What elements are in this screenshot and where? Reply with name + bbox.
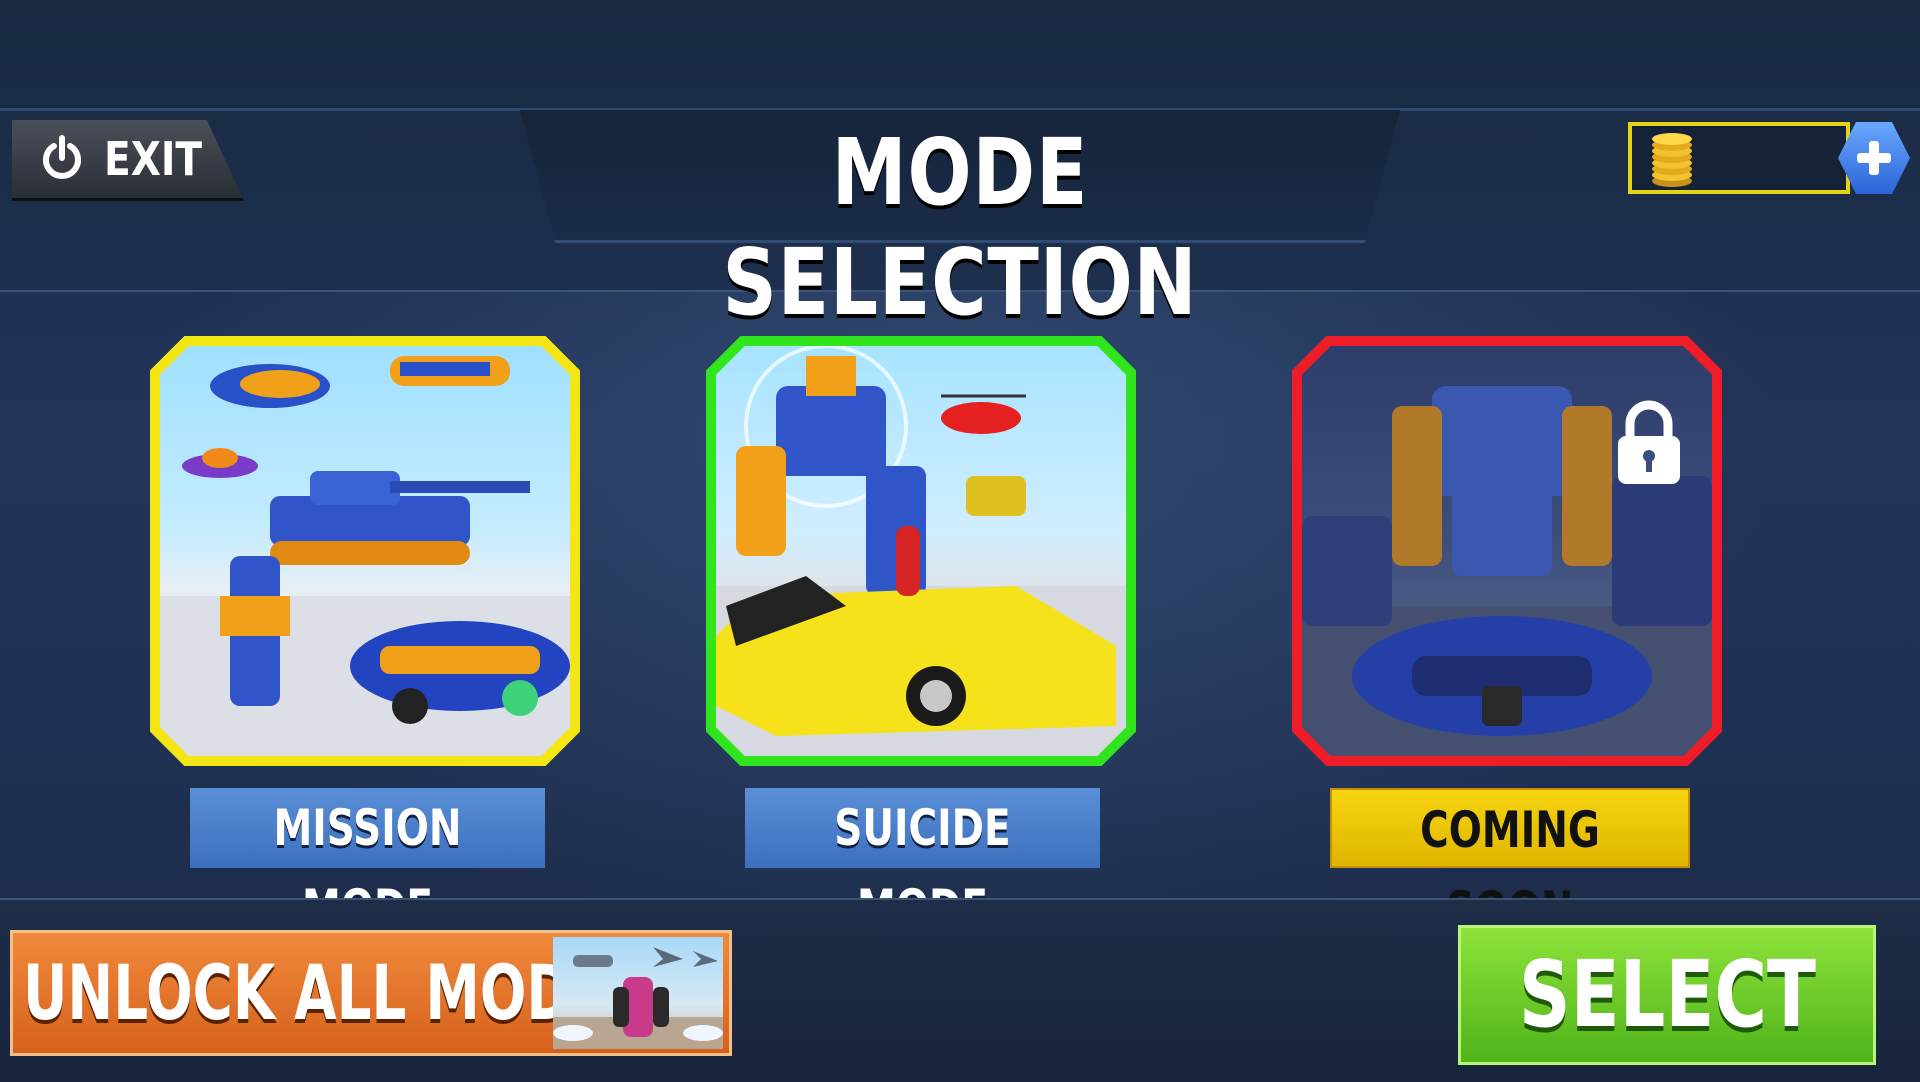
mission-mode-card[interactable] bbox=[150, 336, 580, 766]
coin-value bbox=[1706, 126, 1796, 190]
unlock-illustration bbox=[553, 947, 723, 1049]
coin-counter bbox=[1628, 122, 1850, 194]
plus-icon bbox=[1857, 141, 1891, 175]
mission-mode-artwork bbox=[160, 346, 570, 756]
mission-mode-label[interactable]: MISSION MODE bbox=[190, 788, 545, 937]
gold-coins-icon bbox=[1652, 133, 1692, 187]
suicide-mode-illustration bbox=[716, 346, 1126, 756]
unlock-all-modes-button[interactable]: UNLOCK ALL MODES bbox=[10, 930, 732, 1056]
page-title: MODE SELECTION bbox=[722, 119, 1198, 336]
suicide-mode-card[interactable] bbox=[706, 336, 1136, 766]
unlock-all-modes-artwork bbox=[553, 937, 723, 1049]
coming-soon-artwork bbox=[1302, 346, 1712, 756]
coming-soon-label: COMING SOON bbox=[1330, 788, 1690, 939]
unlock-all-modes-label: UNLOCK ALL MODES bbox=[23, 948, 649, 1037]
select-button[interactable]: SELECT bbox=[1458, 925, 1876, 1065]
exit-button[interactable]: EXIT bbox=[12, 120, 244, 201]
lock-icon bbox=[1618, 400, 1680, 484]
select-label: SELECT bbox=[1518, 941, 1816, 1048]
power-icon bbox=[43, 135, 81, 179]
coming-soon-card bbox=[1292, 336, 1722, 766]
suicide-mode-artwork bbox=[716, 346, 1126, 756]
exit-label: EXIT bbox=[104, 132, 203, 186]
suicide-mode-label[interactable]: SUICIDE MODE bbox=[745, 788, 1100, 937]
mission-mode-illustration bbox=[160, 356, 570, 756]
